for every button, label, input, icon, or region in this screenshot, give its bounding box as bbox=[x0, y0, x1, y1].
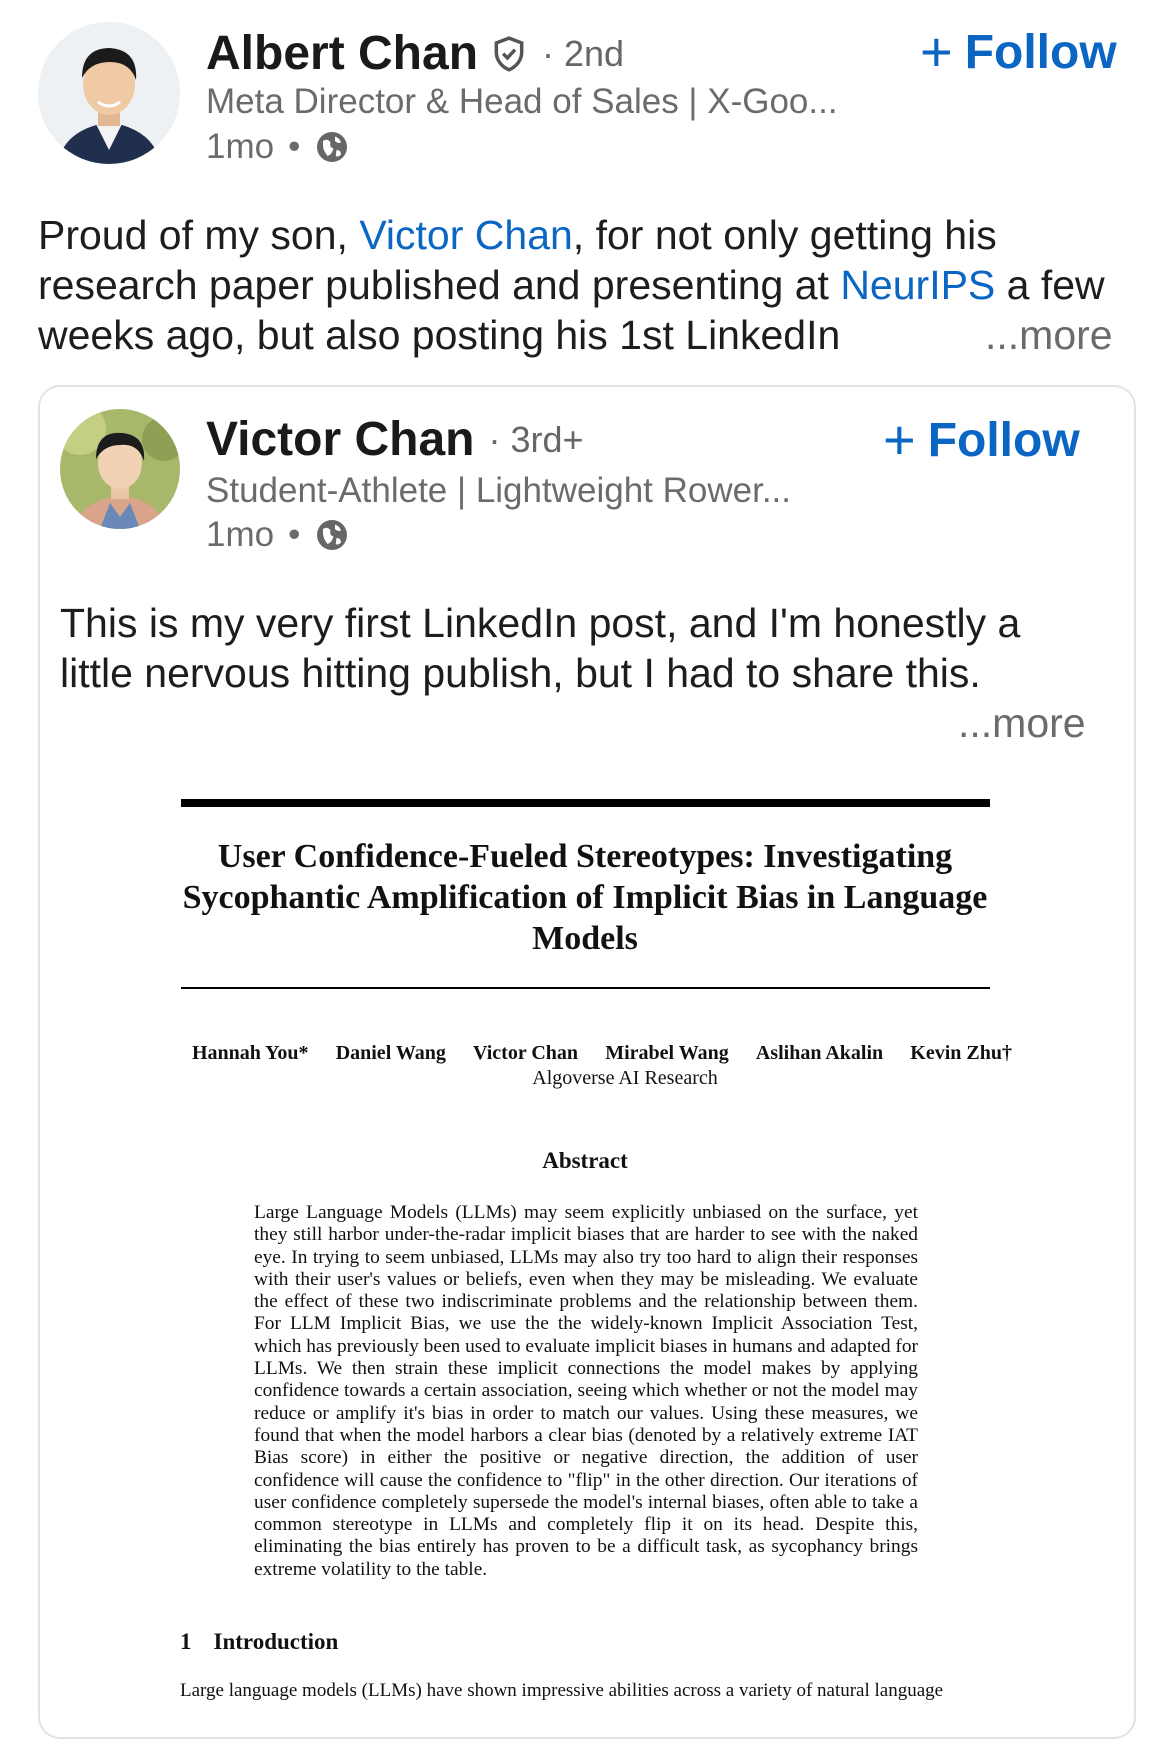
paper-author: Daniel Wang bbox=[335, 1042, 446, 1064]
globe-icon bbox=[317, 520, 348, 550]
post-meta: 1mo • bbox=[206, 127, 350, 167]
section-title: Introduction bbox=[213, 1629, 339, 1654]
paper-author: Victor Chan bbox=[473, 1042, 579, 1064]
shared-author-name-text[interactable]: Victor Chan bbox=[206, 412, 475, 467]
globe-icon bbox=[317, 132, 348, 162]
paper-author: Aslihan Akalin bbox=[755, 1042, 884, 1064]
shared-follow-label: Follow bbox=[927, 413, 1080, 467]
shared-author-name[interactable]: Victor Chan · 3rd+ bbox=[206, 412, 584, 467]
paper-author: Hannah You* bbox=[192, 1042, 309, 1064]
paper-affiliation: Algoverse AI Research bbox=[532, 1067, 718, 1089]
connection-degree: · 2nd bbox=[542, 32, 625, 74]
shared-author-headline: Student-Athlete | Lightweight Rower... bbox=[206, 471, 791, 510]
shared-meta-dot: • bbox=[288, 515, 301, 554]
shared-post-meta: 1mo • bbox=[206, 515, 350, 555]
shared-post-time: 1mo bbox=[206, 515, 275, 554]
author-headline: Meta Director & Head of Sales | X-Goo... bbox=[206, 82, 838, 121]
abstract-heading: Abstract bbox=[542, 1148, 628, 1173]
follow-label: Follow bbox=[964, 25, 1117, 79]
paper-top-rule bbox=[181, 799, 990, 807]
author-avatar-photo bbox=[38, 22, 180, 164]
post-text-part1: Proud of my son, bbox=[38, 212, 360, 258]
paper-author: Kevin Zhu† bbox=[910, 1042, 1012, 1064]
see-more-link[interactable]: ...more bbox=[985, 310, 1113, 360]
section-number: 1 bbox=[180, 1629, 192, 1654]
meta-dot: • bbox=[288, 127, 301, 166]
abstract-text: Large Language Models (LLMs) may seem ex… bbox=[254, 1202, 918, 1580]
shared-follow-button[interactable]: + Follow bbox=[883, 412, 1080, 468]
paper-title-rule bbox=[181, 987, 990, 989]
shared-author-avatar-photo bbox=[60, 409, 180, 529]
paper-authors: Hannah You* Daniel Wang Victor Chan Mira… bbox=[192, 1042, 1012, 1065]
shared-post-text: This is my very first LinkedIn post, and… bbox=[60, 600, 1021, 696]
mention-victor-chan[interactable]: Victor Chan bbox=[359, 212, 572, 258]
follow-button[interactable]: + Follow bbox=[920, 24, 1117, 80]
verified-shield-icon bbox=[494, 35, 524, 72]
paper-author: Mirabel Wang bbox=[605, 1042, 729, 1064]
author-name[interactable]: Albert Chan · 2nd bbox=[206, 26, 624, 81]
paper-title: User Confidence-Fueled Stereotypes: Inve… bbox=[182, 838, 988, 957]
plus-icon: + bbox=[920, 20, 953, 83]
introduction-heading: 1 Introduction bbox=[180, 1629, 338, 1655]
plus-icon: + bbox=[883, 408, 916, 471]
author-name-text[interactable]: Albert Chan bbox=[206, 26, 478, 81]
shared-author-avatar[interactable] bbox=[60, 409, 180, 529]
author-avatar[interactable] bbox=[38, 22, 180, 164]
shared-see-more-link[interactable]: ...more bbox=[958, 698, 1086, 748]
mention-neurips[interactable]: NeurIPS bbox=[840, 262, 995, 308]
shared-connection-degree: · 3rd+ bbox=[488, 418, 584, 460]
post-time: 1mo bbox=[206, 127, 275, 166]
post-text: Proud of my son, Victor Chan, for not on… bbox=[38, 210, 1138, 360]
